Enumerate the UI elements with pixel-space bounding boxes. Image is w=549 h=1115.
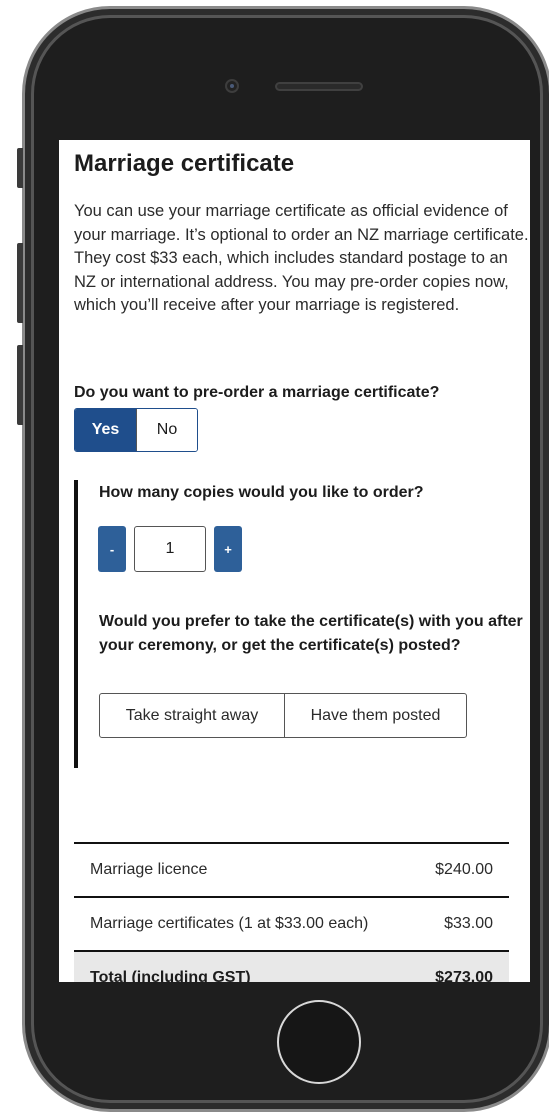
row-label: Marriage certificates (1 at $33.00 each)	[90, 915, 369, 932]
side-button-volume-up	[17, 243, 23, 323]
copies-question: How many copies would you like to order?	[99, 484, 424, 501]
intro-text: You can use your marriage certificate as…	[74, 202, 529, 314]
front-camera-icon	[225, 79, 239, 93]
preorder-no-button[interactable]: No	[136, 409, 197, 451]
decrease-copies-button[interactable]: -	[98, 526, 126, 572]
row-label: Marriage licence	[90, 861, 208, 878]
side-button-volume-down	[17, 345, 23, 425]
row-amount: $240.00	[435, 861, 493, 878]
phone-screen: Marriage certificate You can use your ma…	[59, 140, 530, 982]
delivery-toggle: Take straight away Have them posted	[99, 693, 467, 738]
preorder-yes-button[interactable]: Yes	[75, 409, 136, 451]
speaker-grille	[275, 82, 363, 91]
preorder-toggle: Yes No	[74, 408, 198, 452]
delivery-question: Would you prefer to take the certificate…	[99, 613, 523, 654]
copies-quantity-input[interactable]: 1	[134, 526, 206, 572]
total-label: Total (including GST)	[90, 969, 251, 982]
table-row: Marriage certificates (1 at $33.00 each)…	[74, 897, 509, 951]
side-button-mute	[17, 148, 23, 188]
total-row: Total (including GST) $273.00	[74, 951, 509, 982]
row-amount: $33.00	[444, 915, 493, 932]
increase-copies-button[interactable]: +	[214, 526, 242, 572]
total-amount: $273.00	[435, 969, 493, 982]
cost-summary-table: Marriage licence $240.00 Marriage certif…	[74, 842, 509, 982]
page-title: Marriage certificate	[74, 150, 295, 177]
certificate-options-section: How many copies would you like to order?…	[74, 480, 528, 768]
have-them-posted-button[interactable]: Have them posted	[285, 694, 466, 737]
table-row: Marriage licence $240.00	[74, 843, 509, 897]
preorder-question: Do you want to pre-order a marriage cert…	[74, 384, 440, 401]
home-button[interactable]	[277, 1000, 361, 1084]
take-straight-away-button[interactable]: Take straight away	[100, 694, 285, 737]
